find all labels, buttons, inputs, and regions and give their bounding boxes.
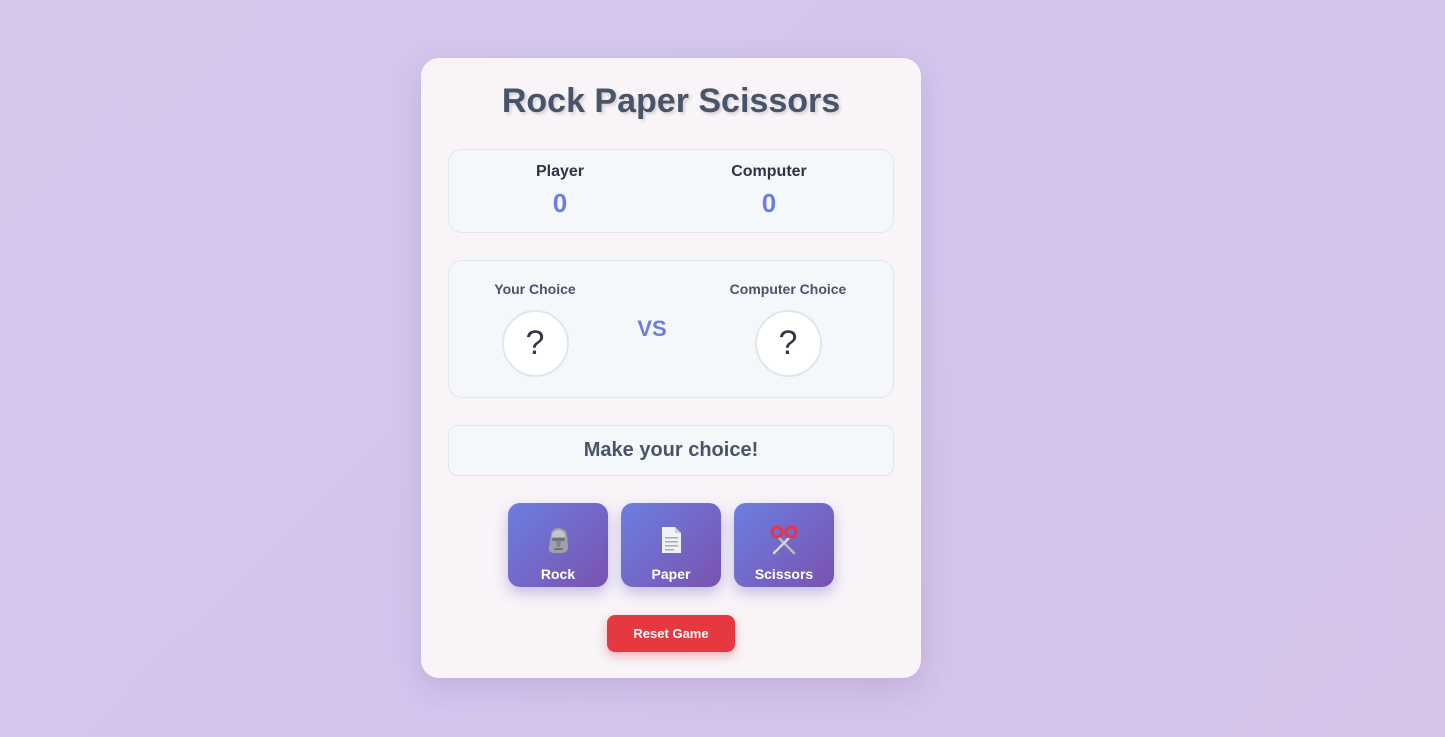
page-title: Rock Paper Scissors (501, 82, 841, 120)
computer-choice: Computer Choice ? (708, 280, 868, 377)
move-buttons: Rock Paper Scissors (508, 503, 834, 587)
player-score-label: Player (535, 163, 585, 180)
rock-button-label: Rock (540, 566, 576, 582)
computer-score-label: Computer (731, 163, 807, 180)
vs-label: VS (637, 316, 667, 341)
reset-game-button[interactable]: Reset Game (607, 615, 735, 652)
computer-choice-label: Computer Choice (729, 281, 847, 297)
your-choice-label: Your Choice (494, 281, 576, 297)
computer-score: Computer 0 (699, 162, 839, 218)
paper-icon (662, 527, 681, 553)
result-message: Make your choice! (583, 439, 759, 461)
rock-icon (548, 528, 568, 553)
your-choice: Your Choice ? (455, 280, 615, 377)
scissors-icon (770, 525, 798, 555)
scissors-button-label: Scissors (754, 566, 814, 582)
scoreboard: Player 0 Computer 0 (448, 149, 894, 233)
paper-button-label: Paper (651, 566, 691, 582)
player-score: Player 0 (490, 162, 630, 218)
your-choice-circle: ? (501, 310, 569, 377)
computer-choice-circle: ? (754, 310, 822, 377)
rock-button[interactable]: Rock (508, 503, 608, 587)
choice-display: Your Choice ? VS Computer Choice ? (448, 260, 894, 398)
result-box: Make your choice! (448, 425, 894, 476)
scissors-button[interactable]: Scissors (734, 503, 834, 587)
game-card: Rock Paper Scissors Player 0 Computer 0 … (421, 58, 921, 678)
paper-button[interactable]: Paper (621, 503, 721, 587)
player-score-value: 0 (552, 188, 568, 218)
computer-score-value: 0 (761, 188, 777, 218)
